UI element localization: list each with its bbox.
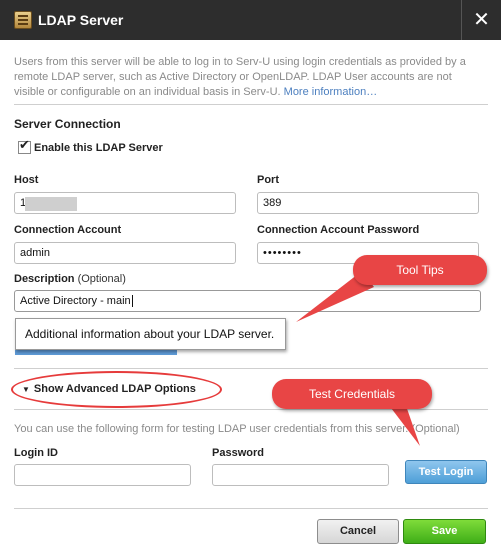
test-credentials-callout: Test Credentials — [272, 379, 432, 409]
tool-tips-callout: Tool Tips — [353, 255, 487, 285]
